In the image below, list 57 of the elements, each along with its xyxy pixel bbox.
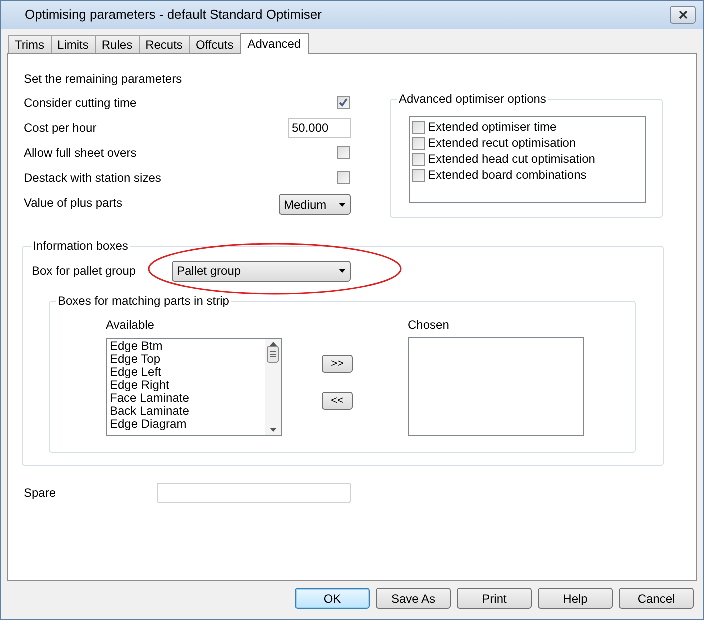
dialog-button[interactable]: Save As xyxy=(376,588,451,609)
field-label: Cost per hour xyxy=(24,120,97,136)
option-label: Extended optimiser time xyxy=(428,119,557,136)
checkbox[interactable] xyxy=(337,146,350,159)
dialog-button[interactable]: Cancel xyxy=(619,588,694,609)
group-title: Advanced optimiser options xyxy=(397,92,548,106)
scrollbar[interactable] xyxy=(265,339,281,435)
field-label: Destack with station sizes xyxy=(24,170,162,186)
tab[interactable]: Recuts xyxy=(138,35,190,53)
scroll-thumb-icon[interactable] xyxy=(267,346,279,363)
tab[interactable]: Limits xyxy=(50,35,96,53)
dialog-button[interactable]: Help xyxy=(538,588,613,609)
dialog-button[interactable]: OK xyxy=(295,588,370,609)
caret-icon xyxy=(339,269,346,273)
list-item[interactable]: Edge Top xyxy=(110,353,265,366)
field-label: Spare xyxy=(24,485,58,502)
close-icon xyxy=(678,11,688,19)
checkbox[interactable] xyxy=(412,152,425,166)
tab[interactable]: Offcuts xyxy=(188,35,241,53)
check-icon xyxy=(339,98,348,107)
caret-icon xyxy=(339,202,346,206)
list-item[interactable]: Edge Right xyxy=(110,379,265,392)
list-label: Chosen xyxy=(408,317,450,334)
section-heading: Set the remaining parameters xyxy=(24,71,184,88)
group-title: Boxes for matching parts in strip xyxy=(56,294,232,308)
list-item[interactable]: Edge Btm xyxy=(110,340,265,353)
checkbox[interactable] xyxy=(412,136,425,150)
input-field[interactable]: 50.000 xyxy=(288,118,351,138)
dropdown[interactable]: Medium xyxy=(279,194,351,215)
option-label: Extended head cut optimisation xyxy=(428,151,596,168)
tab[interactable]: Trims xyxy=(8,35,52,53)
list-item[interactable]: Face Laminate xyxy=(110,392,265,405)
tab[interactable]: Advanced xyxy=(240,33,310,54)
checkbox[interactable] xyxy=(337,171,350,184)
dialog-button[interactable]: Print xyxy=(457,588,532,609)
checkbox[interactable] xyxy=(412,168,425,182)
field-label: Consider cutting time xyxy=(24,94,137,112)
remove-button[interactable]: << xyxy=(322,392,353,410)
input-field[interactable] xyxy=(157,483,351,503)
list-label: Available xyxy=(106,317,156,334)
tab[interactable]: Rules xyxy=(94,35,140,53)
list-item[interactable]: Edge Diagram xyxy=(110,418,265,431)
add-button[interactable]: >> xyxy=(322,355,353,373)
checkbox[interactable] xyxy=(337,96,350,109)
field-label: Value of plus parts xyxy=(24,194,123,212)
field-label: Allow full sheet overs xyxy=(24,144,137,162)
window-title: Optimising parameters - default Standard Optimiser xyxy=(25,6,323,24)
scroll-down-icon[interactable] xyxy=(270,428,276,432)
option-label: Extended recut optimisation xyxy=(428,135,576,152)
option-label: Extended board combinations xyxy=(428,167,587,184)
list-item[interactable]: Edge Left xyxy=(110,366,265,379)
list-item[interactable]: Back Laminate xyxy=(110,405,265,418)
dropdown[interactable]: Pallet group xyxy=(172,260,351,282)
close-button[interactable] xyxy=(670,6,696,24)
group-title: Information boxes xyxy=(31,239,130,253)
checkbox[interactable] xyxy=(412,120,425,134)
field-label: Box for pallet group xyxy=(32,263,138,280)
